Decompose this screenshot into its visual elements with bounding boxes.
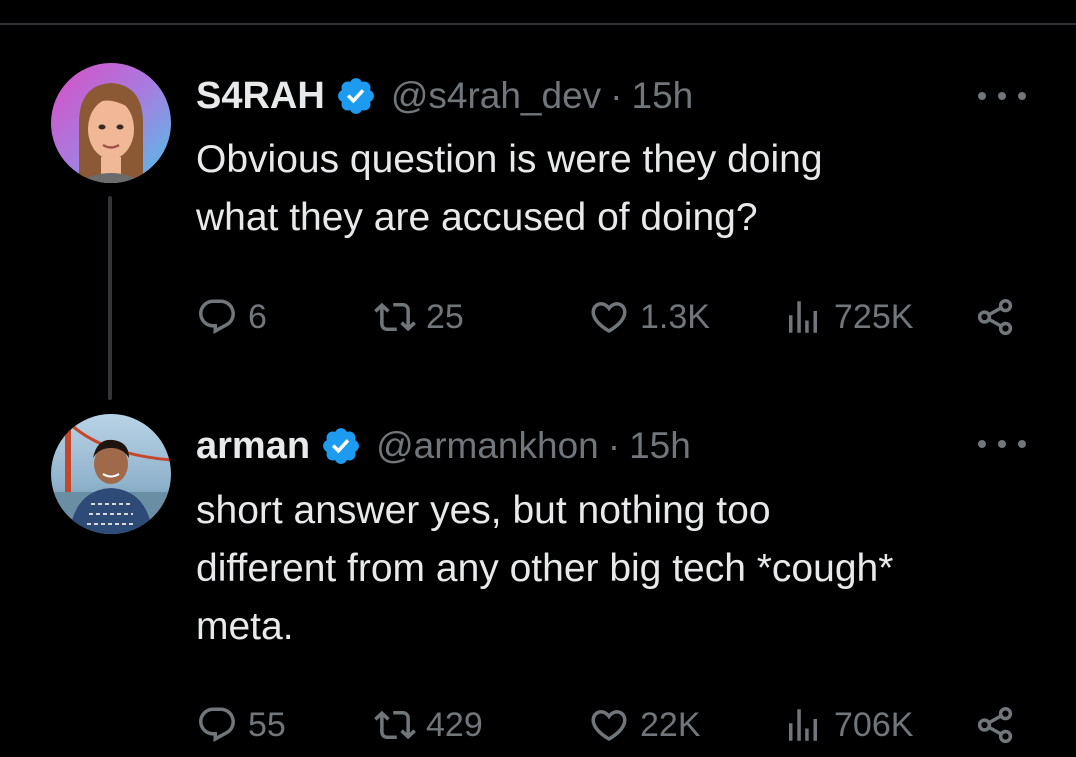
verified-badge-icon (320, 425, 362, 467)
separator-dot: · (607, 425, 621, 466)
tweet-text-line: Obvious question is were they doing (196, 138, 823, 181)
share-icon (977, 298, 1013, 336)
view-count: 725K (834, 297, 914, 336)
view-count: 706K (834, 705, 914, 744)
share-icon (977, 706, 1013, 744)
user-handle[interactable]: @s4rah_dev (391, 75, 601, 117)
like-button[interactable]: 22K (588, 700, 701, 750)
retweet-button[interactable]: 429 (374, 700, 483, 750)
reply-icon (199, 299, 235, 334)
display-name[interactable]: arman (196, 425, 310, 468)
views-button[interactable]: 706K (782, 700, 913, 750)
verified-badge-icon (335, 75, 377, 117)
like-count: 1.3K (640, 297, 710, 336)
like-button[interactable]: 1.3K (588, 292, 710, 342)
more-options-icon[interactable] (978, 434, 1026, 454)
tweet-text-line: different from any other big tech *cough… (196, 547, 894, 590)
tweet-text-line: short answer yes, but nothing too (196, 489, 771, 532)
views-icon (789, 709, 817, 741)
action-bar: 6 25 1.3K 725K (196, 292, 1026, 342)
tweet-text-line: meta. (196, 605, 294, 648)
user-handle[interactable]: @armankhon (376, 425, 599, 467)
tweet-header: S4RAH @s4rah_dev · 15h (196, 72, 693, 120)
views-button[interactable]: 725K (782, 292, 913, 342)
like-count: 22K (640, 705, 701, 744)
reply-button[interactable]: 55 (196, 700, 286, 750)
share-button[interactable] (974, 292, 1026, 342)
display-name[interactable]: S4RAH (196, 75, 325, 118)
tweet-text: Obvious question is were they doing what… (196, 131, 1056, 247)
avatar[interactable] (51, 63, 171, 183)
like-icon (591, 302, 627, 334)
timestamp[interactable]: 15h (632, 75, 694, 117)
reply-button[interactable]: 6 (196, 292, 267, 342)
retweet-button[interactable]: 25 (374, 292, 464, 342)
reply-icon (199, 707, 235, 742)
top-divider (0, 23, 1076, 25)
retweet-count: 429 (426, 705, 483, 744)
action-bar: 55 429 22K 706K (196, 700, 1026, 750)
like-icon (591, 710, 627, 742)
reply-count: 55 (248, 705, 286, 744)
tweet-header: arman @armankhon · 15h (196, 422, 691, 470)
share-button[interactable] (974, 700, 1026, 750)
retweet-icon (374, 710, 416, 740)
views-icon (789, 301, 817, 333)
thread-connector-line (108, 196, 112, 400)
retweet-icon (374, 302, 416, 332)
timestamp[interactable]: 15h (629, 425, 691, 467)
retweet-count: 25 (426, 297, 464, 336)
tweet-text: short answer yes, but nothing too differ… (196, 482, 1056, 656)
more-options-icon[interactable] (978, 86, 1026, 106)
reply-count: 6 (248, 297, 267, 336)
tweet-text-line: what they are accused of doing? (196, 196, 758, 239)
avatar[interactable] (51, 414, 171, 534)
separator-dot: · (610, 75, 623, 116)
